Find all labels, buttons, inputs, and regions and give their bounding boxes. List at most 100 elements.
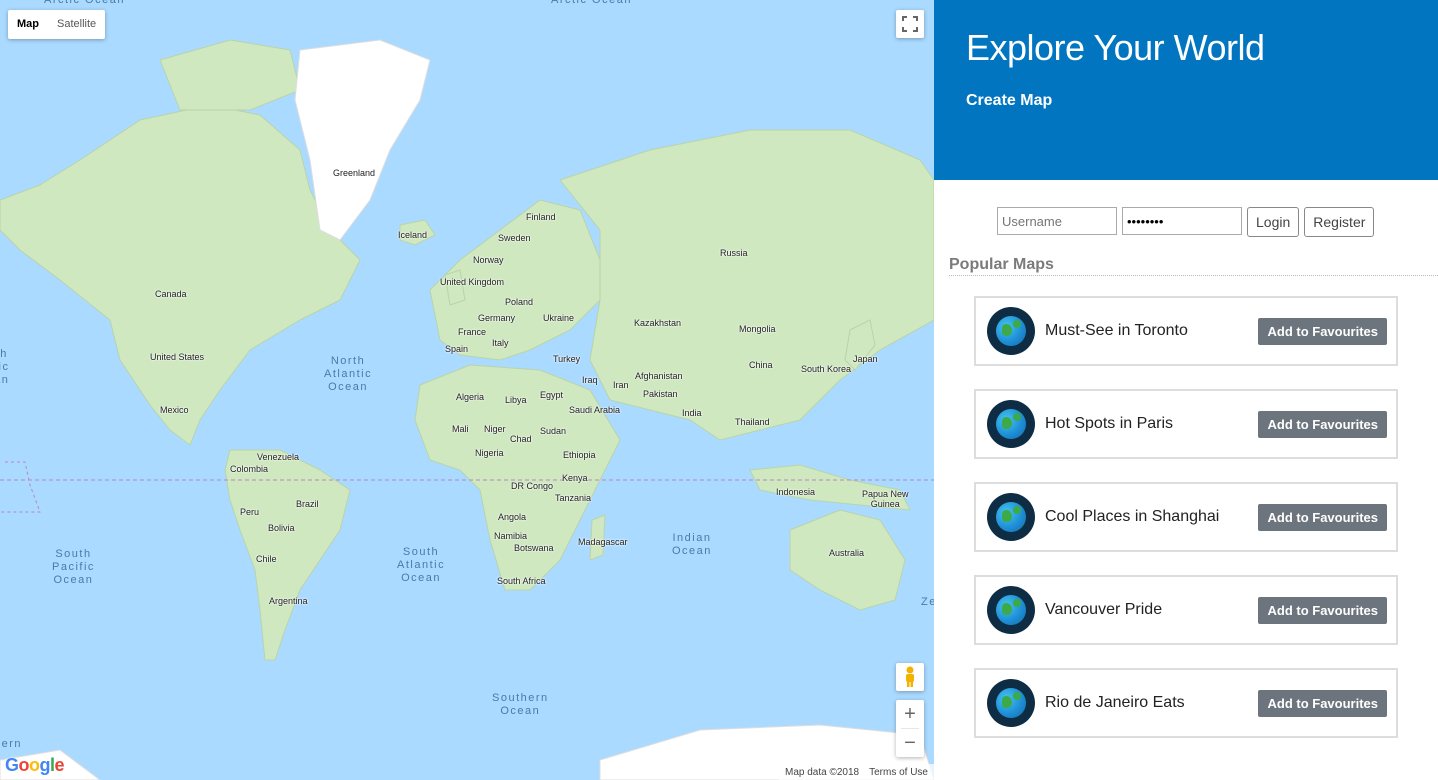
map-name[interactable]: Cool Places in Shanghai [1045, 508, 1258, 526]
google-logo: Google [5, 755, 65, 775]
list-item[interactable]: Hot Spots in Paris Add to Favourites [974, 389, 1398, 459]
add-to-favourites-button[interactable]: Add to Favourites [1258, 689, 1387, 717]
ocean-label: Arctic Ocean [44, 0, 125, 6]
country-label: Brazil [296, 499, 319, 509]
country-label: Indonesia [776, 487, 816, 497]
create-map-link[interactable]: Create Map [966, 92, 1052, 110]
country-label: Thailand [735, 417, 770, 427]
country-label: Bolivia [268, 523, 295, 533]
country-label: Mexico [160, 405, 189, 415]
map-type-map-button[interactable]: Map [8, 10, 48, 39]
fullscreen-button[interactable] [896, 10, 924, 38]
globe-icon [987, 307, 1035, 355]
fullscreen-icon [902, 16, 918, 32]
country-label: Nigeria [475, 448, 504, 458]
country-label: India [682, 408, 702, 418]
country-label: Turkey [553, 354, 581, 364]
country-label: Angola [498, 512, 527, 522]
ocean-label: South Pacific Ocean [52, 548, 95, 586]
country-label: United Kingdom [440, 277, 505, 287]
side-panel: Explore Your World Create Map Login Regi… [934, 0, 1438, 780]
country-label: Colombia [230, 464, 269, 474]
map-type-satellite-button[interactable]: Satellite [48, 10, 105, 39]
country-label: Finland [526, 212, 556, 222]
username-input[interactable] [997, 207, 1117, 235]
country-label: Iran [613, 380, 629, 390]
country-label: Niger [484, 424, 506, 434]
password-input[interactable] [1122, 207, 1242, 235]
country-label: Australia [829, 548, 865, 558]
popular-maps-list: Must-See in Toronto Add to Favourites Ho… [974, 296, 1398, 761]
country-label: Russia [720, 248, 748, 258]
zoom-out-button[interactable]: − [896, 729, 924, 757]
country-label: Kenya [562, 473, 588, 483]
map-name[interactable]: Must-See in Toronto [1045, 322, 1258, 340]
country-label: Madagascar [578, 537, 628, 547]
globe-icon [987, 493, 1035, 541]
country-label: Egypt [540, 390, 564, 400]
country-label: DR Congo [511, 481, 554, 491]
map-name[interactable]: Rio de Janeiro Eats [1045, 694, 1258, 712]
list-item[interactable]: Must-See in Toronto Add to Favourites [974, 296, 1398, 366]
country-label: South Korea [801, 364, 852, 374]
country-label: Poland [505, 297, 534, 307]
country-label: Germany [478, 313, 516, 323]
country-label: Venezuela [257, 452, 300, 462]
list-item[interactable]: Cool Places in Shanghai Add to Favourite… [974, 482, 1398, 552]
country-label: Libya [505, 395, 527, 405]
list-item[interactable]: Vancouver Pride Add to Favourites [974, 575, 1398, 645]
header: Explore Your World Create Map [934, 0, 1438, 180]
popular-maps-divider [949, 275, 1438, 276]
street-view-pegman[interactable] [896, 663, 924, 691]
country-label: Spain [445, 344, 469, 354]
country-label: Kazakhstan [634, 318, 682, 328]
terms-of-use-link[interactable]: Terms of Use [869, 767, 928, 778]
add-to-favourites-button[interactable]: Add to Favourites [1258, 503, 1387, 531]
country-label: France [458, 327, 487, 337]
map-data-credit: Map data ©2018 [785, 766, 860, 778]
country-label: Italy [492, 338, 509, 348]
login-button[interactable]: Login [1247, 207, 1300, 237]
add-to-favourites-button[interactable]: Add to Favourites [1258, 410, 1387, 438]
country-label: Norway [473, 255, 504, 265]
country-label: Ethiopia [563, 450, 596, 460]
country-label: Argentina [269, 596, 308, 606]
country-label: Mali [452, 424, 469, 434]
ocean-label: Southern Ocean [492, 692, 549, 717]
country-label: Mongolia [739, 324, 776, 334]
add-to-favourites-button[interactable]: Add to Favourites [1258, 596, 1387, 624]
map-name[interactable]: Hot Spots in Paris [1045, 415, 1258, 433]
country-label: Saudi Arabia [569, 405, 621, 415]
list-item[interactable]: Rio de Janeiro Eats Add to Favourites [974, 668, 1398, 738]
pegman-icon [906, 666, 914, 687]
country-label: Iraq [582, 375, 598, 385]
country-label: Sudan [540, 426, 567, 436]
country-label: Namibia [494, 531, 528, 541]
ocean-label: Indian Ocean [672, 532, 712, 557]
globe-icon [987, 400, 1035, 448]
country-label: South Africa [497, 576, 546, 586]
ocean-label: North Atlantic Ocean [324, 355, 373, 393]
country-label: China [749, 360, 773, 370]
zoom-in-button[interactable]: + [896, 700, 924, 728]
country-label: Greenland [333, 168, 376, 178]
ocean-label: South Atlantic Ocean [397, 546, 446, 584]
login-form: Login Register [997, 207, 1375, 237]
register-button[interactable]: Register [1304, 207, 1375, 237]
ocean-label: hern [0, 738, 23, 750]
map-type-control: Map Satellite [8, 10, 106, 39]
country-label: Sweden [498, 233, 531, 243]
globe-icon [987, 679, 1035, 727]
country-label: Japan [853, 354, 878, 364]
ocean-label: th fic an [0, 348, 10, 386]
world-map[interactable]: Greenland Iceland Finland Sweden Norway Unite… [0, 0, 934, 780]
country-label: Chile [256, 554, 277, 564]
map-name[interactable]: Vancouver Pride [1045, 601, 1258, 619]
map-attribution: Map data ©2018 Terms of Use [779, 764, 934, 780]
country-label: Tanzania [555, 493, 592, 503]
map-land [0, 39, 934, 780]
zoom-control: + − [896, 700, 924, 757]
add-to-favourites-button[interactable]: Add to Favourites [1258, 317, 1387, 345]
country-label: Peru [240, 507, 260, 517]
country-label: Chad [510, 434, 532, 444]
